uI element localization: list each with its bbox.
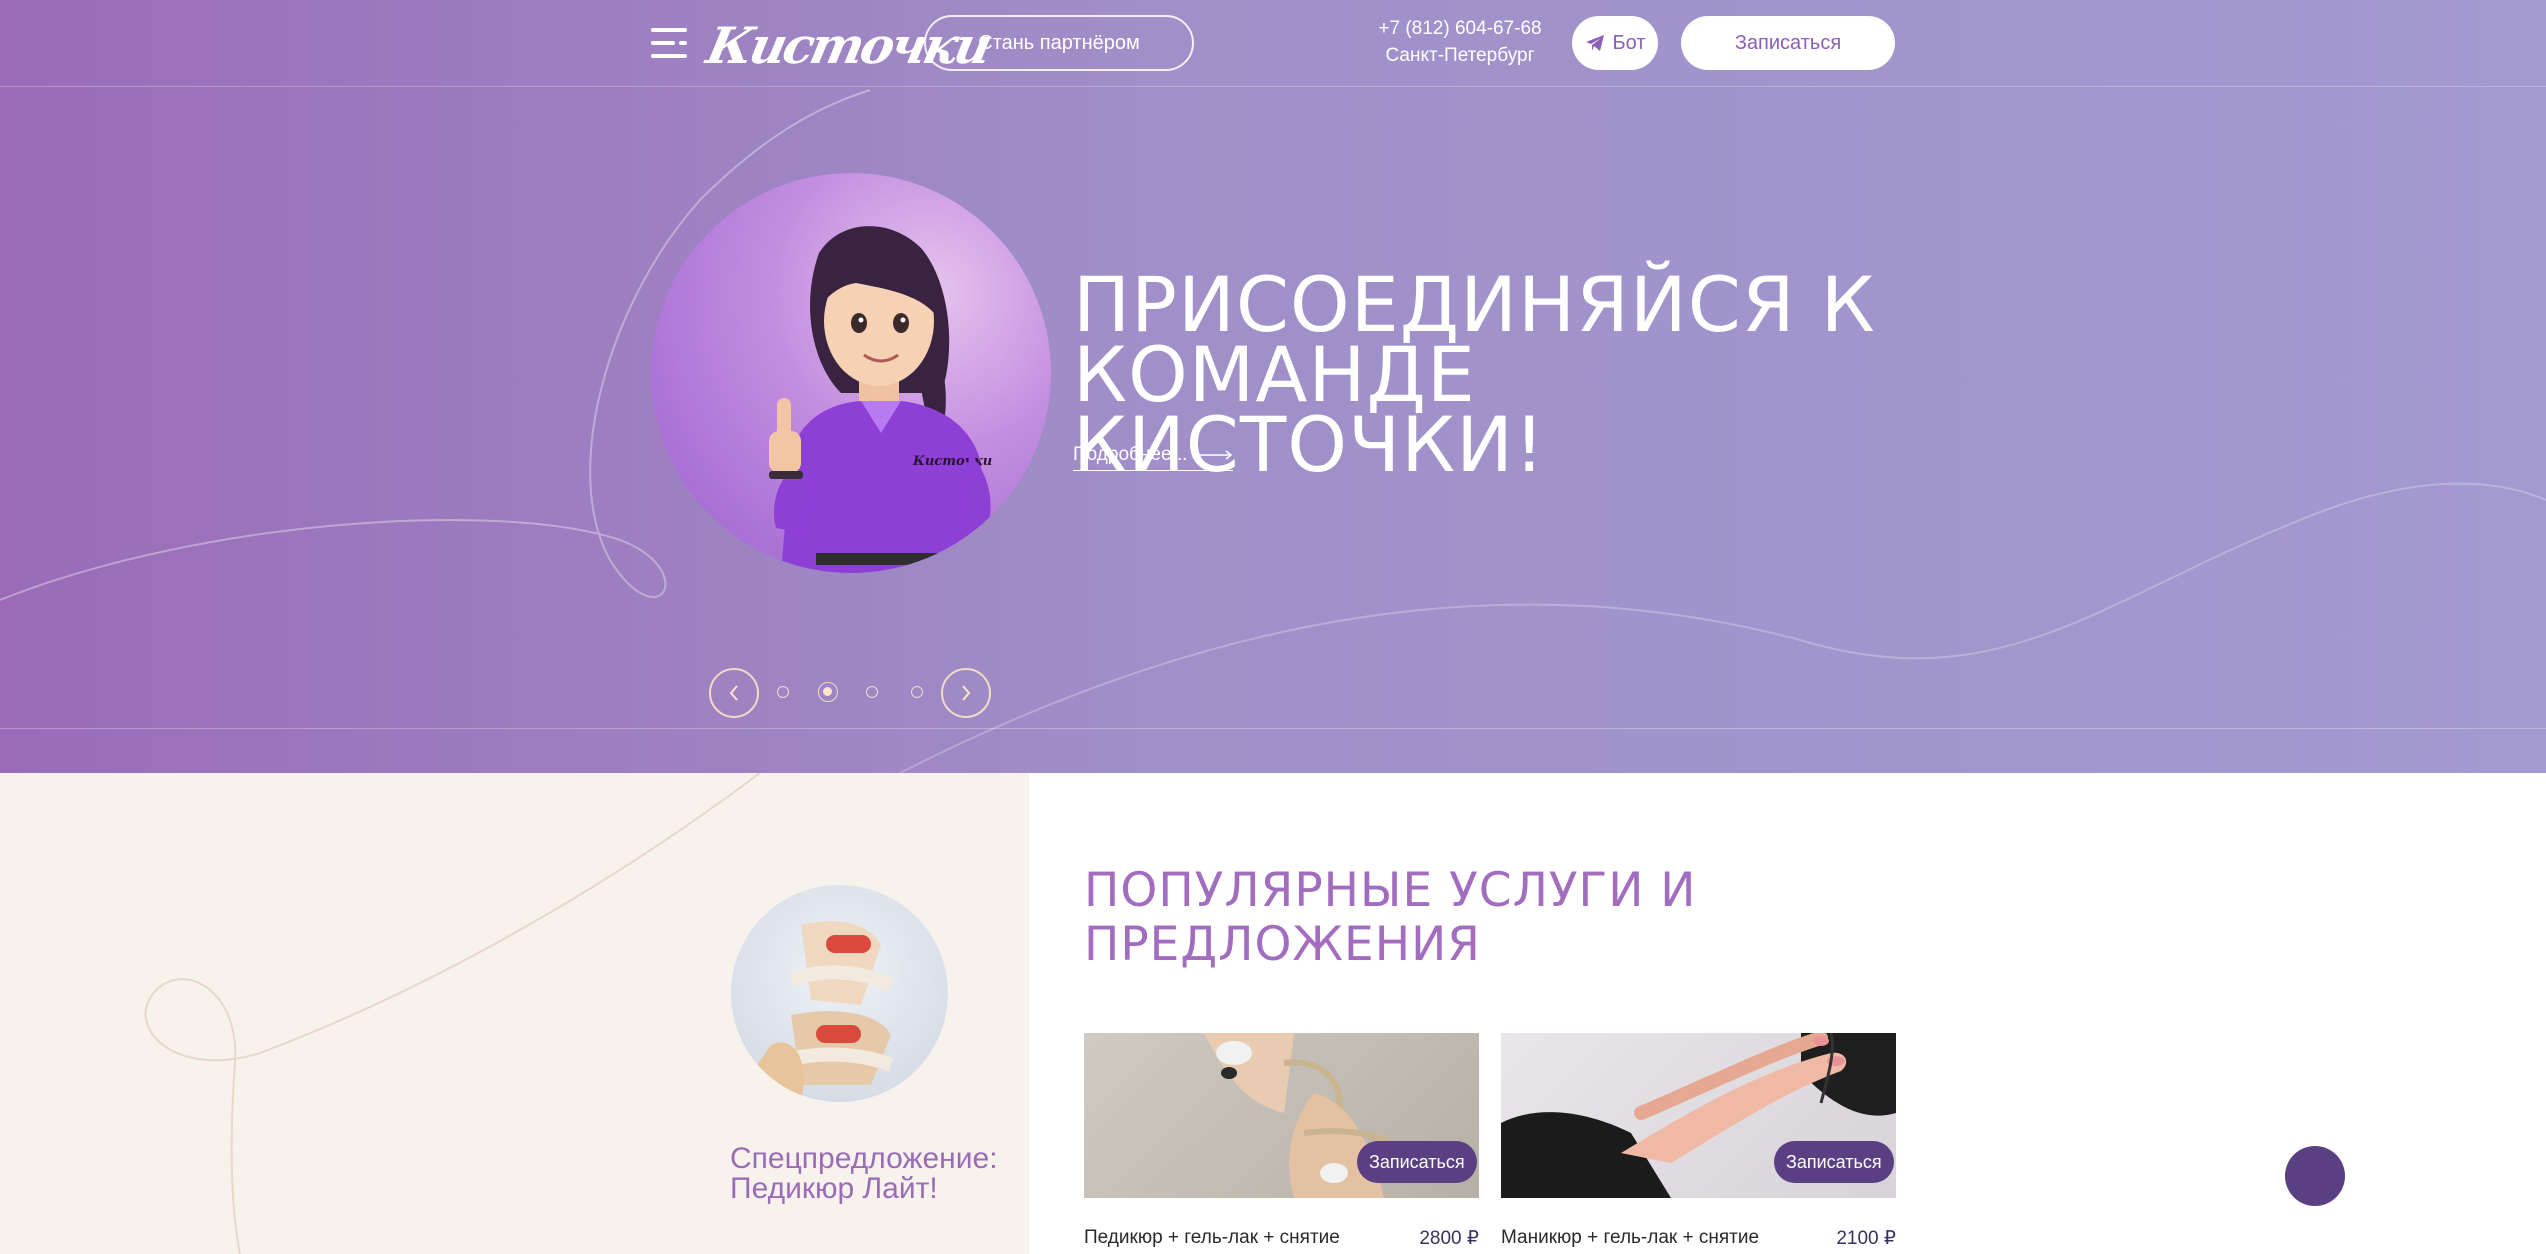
- hero-more-link[interactable]: Подробнее...: [1073, 444, 1234, 471]
- slider-dot-2[interactable]: [818, 682, 838, 702]
- chat-widget-button[interactable]: [2285, 1146, 2345, 1206]
- service-price-2: 2100 ₽: [1836, 1228, 1896, 1249]
- slider-dot-3[interactable]: [866, 686, 878, 698]
- bot-label: Бот: [1612, 31, 1646, 54]
- service-price-1: 2800 ₽: [1419, 1228, 1479, 1249]
- slider-next-button[interactable]: [941, 668, 991, 718]
- slider-dot-4[interactable]: [911, 686, 923, 698]
- mascot-illustration: Кисточки: [769, 226, 992, 573]
- mascot-logo: Кисточки: [912, 454, 992, 469]
- popular-services-title: ПОПУЛЯРНЫЕ УСЛУГИ И ПРЕДЛОЖЕНИЯ: [1084, 863, 1697, 972]
- service-name-1[interactable]: Педикюр + гель-лак + снятие: [1084, 1227, 1340, 1249]
- service-book-button-1[interactable]: Записаться: [1357, 1141, 1477, 1183]
- pedicure-illustration: [731, 921, 895, 1102]
- book-button[interactable]: Записаться: [1681, 16, 1895, 70]
- city-label: Санкт-Петербург: [1385, 45, 1535, 66]
- telegram-bot-button[interactable]: Бот: [1572, 16, 1658, 70]
- special-offer-title[interactable]: Спецпредложение: Педикюр Лайт!: [730, 1144, 1020, 1204]
- hero-more-label: Подробнее...: [1073, 444, 1188, 465]
- header-divider: [0, 86, 2546, 87]
- service-book-button-2[interactable]: Записаться: [1774, 1141, 1894, 1183]
- chevron-left-icon: [729, 685, 738, 701]
- slider-dot-1[interactable]: [777, 686, 789, 698]
- arrow-right-icon: [1197, 450, 1233, 460]
- telegram-icon: [1585, 35, 1604, 51]
- chevron-right-icon: [962, 685, 971, 701]
- hero-divider: [0, 728, 2546, 729]
- special-offer-image[interactable]: [731, 885, 948, 1102]
- become-partner-button[interactable]: Стань партнёром: [924, 15, 1194, 71]
- service-name-2[interactable]: Маникюр + гель-лак + снятие: [1501, 1227, 1759, 1249]
- brand-logo[interactable]: Кисточки: [702, 16, 995, 76]
- slider-prev-button[interactable]: [709, 668, 759, 718]
- menu-icon[interactable]: [651, 28, 687, 58]
- phone-number[interactable]: +7 (812) 604-67-68: [1320, 18, 1600, 40]
- mascot-image: Кисточки: [651, 173, 1051, 573]
- hero-section: Кисточки Стань партнёром +7 (812) 604-67…: [0, 0, 2546, 773]
